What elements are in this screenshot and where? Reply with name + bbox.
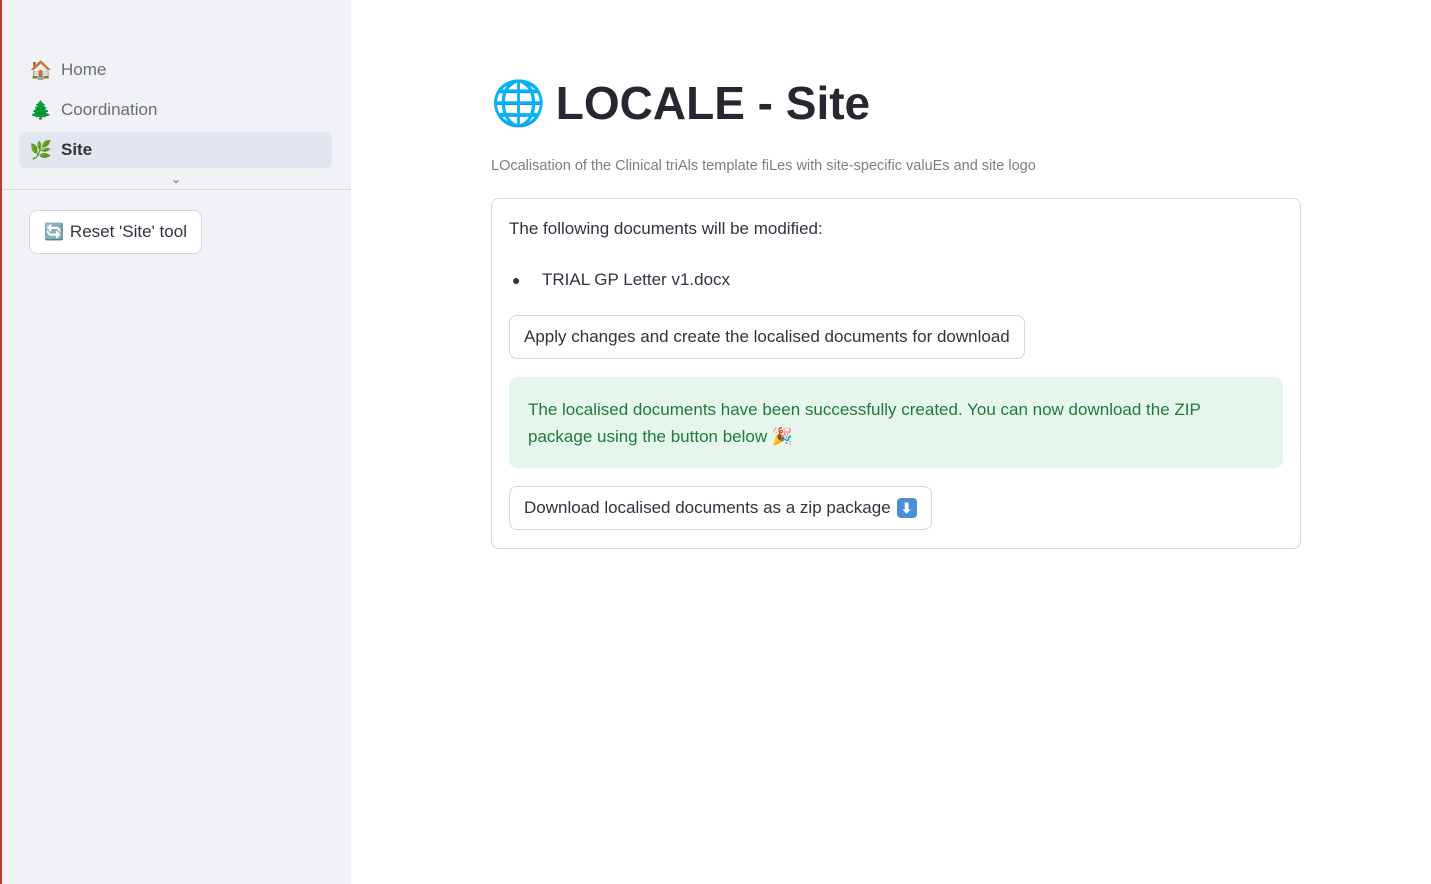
sidebar-item-label: Coordination bbox=[61, 100, 158, 119]
document-name: TRIAL GP Letter v1.docx bbox=[542, 270, 731, 289]
page-title: 🌐 LOCALE - Site bbox=[491, 76, 870, 130]
download-button-label: Download localised documents as a zip pa… bbox=[524, 498, 891, 517]
chevron-down-icon[interactable]: ⌄ bbox=[168, 172, 184, 188]
tree-icon: 🌲 bbox=[29, 99, 53, 120]
reset-site-tool-button[interactable]: 🔄 Reset 'Site' tool bbox=[29, 210, 202, 254]
sidebar-item-coordination[interactable]: 🌲 Coordination bbox=[19, 92, 332, 128]
sidebar-nav: 🏠 Home 🌲 Coordination 🌿 Site bbox=[19, 52, 332, 172]
sidebar-item-label: Site bbox=[61, 140, 93, 159]
house-icon: 🏠 bbox=[29, 59, 53, 80]
bullet-icon: ● bbox=[512, 272, 521, 288]
refresh-icon: 🔄 bbox=[44, 224, 64, 241]
sidebar-divider bbox=[2, 189, 351, 190]
herb-icon: 🌿 bbox=[29, 139, 53, 160]
sidebar-item-home[interactable]: 🏠 Home bbox=[19, 52, 332, 88]
sidebar-item-site[interactable]: 🌿 Site bbox=[19, 132, 332, 168]
app-root: 🏠 Home 🌲 Coordination 🌿 Site ⌄ 🔄 Reset '… bbox=[0, 0, 1431, 884]
sidebar-item-label: Home bbox=[61, 60, 107, 79]
list-item: ● TRIAL GP Letter v1.docx bbox=[509, 270, 730, 290]
page-subtitle: LOcalisation of the Clinical triAls temp… bbox=[491, 158, 1036, 174]
reset-button-label: Reset 'Site' tool bbox=[69, 222, 187, 241]
apply-changes-button[interactable]: Apply changes and create the localised d… bbox=[509, 315, 1025, 359]
documents-list: ● TRIAL GP Letter v1.docx bbox=[509, 270, 730, 290]
documents-card: The following documents will be modified… bbox=[491, 198, 1301, 549]
success-alert: The localised documents have been succes… bbox=[509, 377, 1283, 468]
documents-heading: The following documents will be modified… bbox=[509, 219, 823, 238]
download-zip-button[interactable]: Download localised documents as a zip pa… bbox=[509, 486, 932, 530]
globe-icon: 🌐 bbox=[491, 79, 546, 128]
down-arrow-icon: ⬇ bbox=[896, 498, 917, 518]
page-title-text: LOCALE - Site bbox=[555, 77, 871, 129]
success-message: The localised documents have been succes… bbox=[528, 400, 1201, 446]
sidebar: 🏠 Home 🌲 Coordination 🌿 Site ⌄ 🔄 Reset '… bbox=[2, 0, 351, 884]
